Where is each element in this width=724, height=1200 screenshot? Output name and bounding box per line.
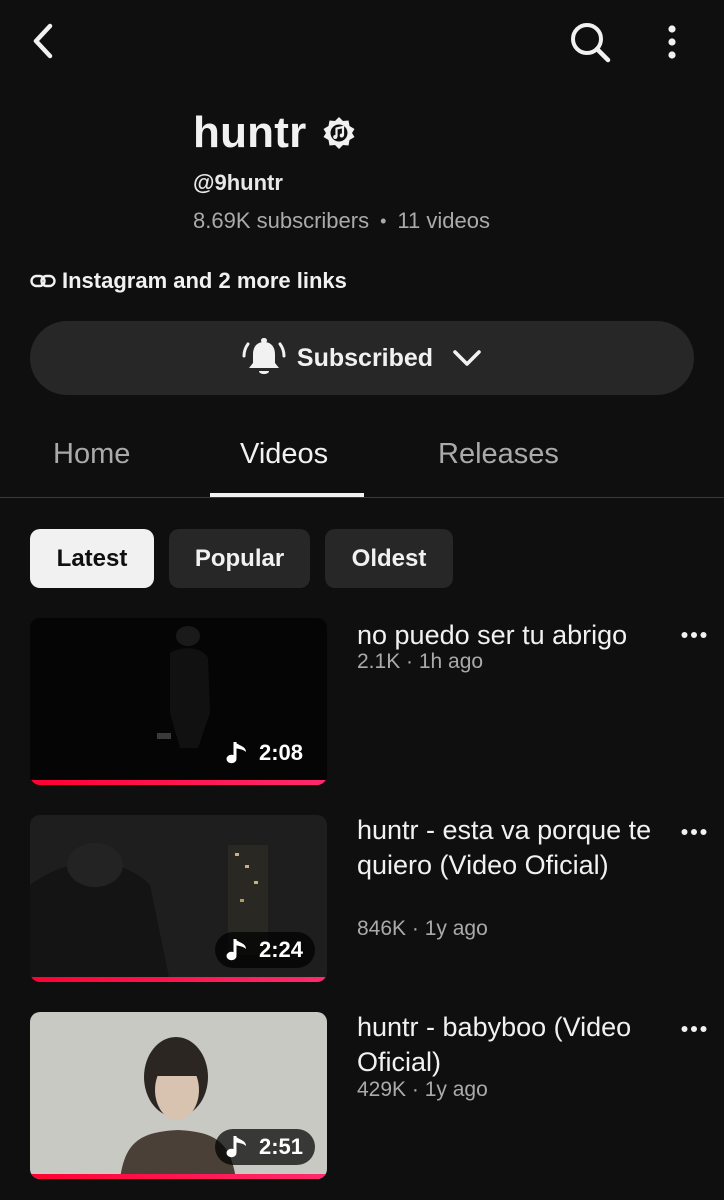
video-menu-button[interactable]: [679, 817, 709, 847]
video-duration-text: 2:08: [258, 740, 303, 765]
music-note-icon: [226, 1136, 246, 1158]
video-duration-text: 2:51: [258, 1134, 303, 1159]
music-note-icon: [226, 742, 246, 764]
channel-handle: @9huntr: [193, 170, 283, 195]
chevron-down-icon: [453, 350, 481, 366]
link-icon: [30, 274, 56, 288]
channel-name: huntr: [193, 108, 356, 158]
more-vert-icon: [668, 25, 676, 59]
video-thumbnail[interactable]: 2:51: [30, 1012, 327, 1179]
verified-badge-icon: [323, 117, 355, 149]
video-duration: 2:24: [214, 932, 315, 968]
video-title[interactable]: huntr - babyboo (Video Oficial): [357, 1010, 675, 1080]
video-thumbnail[interactable]: 2:24: [30, 815, 327, 982]
music-note-icon: [226, 939, 246, 961]
stats-separator: •: [380, 210, 387, 231]
video-menu-button[interactable]: [679, 620, 709, 650]
chevron-left-icon: [33, 23, 53, 59]
video-title[interactable]: no puedo ser tu abrigo: [357, 618, 675, 653]
filter-chip-latest[interactable]: Latest: [30, 529, 154, 588]
video-menu-button[interactable]: [679, 1014, 709, 1044]
tabs-divider: [0, 497, 724, 498]
video-duration: 2:51: [214, 1129, 315, 1165]
channel-name-text: huntr: [193, 108, 307, 157]
video-meta: 846K · 1y ago: [357, 917, 488, 940]
tab-home[interactable]: Home: [53, 438, 130, 471]
subscribed-label: Subscribed: [296, 343, 434, 372]
video-duration: 2:08: [215, 735, 315, 771]
back-button[interactable]: [20, 18, 66, 64]
video-meta: 2.1K · 1h ago: [357, 650, 484, 673]
filter-chip-popular[interactable]: Popular: [169, 529, 310, 588]
more-horiz-icon: [681, 829, 707, 835]
more-options-button[interactable]: [652, 18, 692, 66]
subscriber-count: 8.69K subscribers: [193, 208, 370, 233]
video-title[interactable]: huntr - esta va porque te quiero (Video …: [357, 813, 675, 883]
video-thumbnail[interactable]: 2:08: [30, 618, 327, 785]
subscribed-button[interactable]: Subscribed: [30, 321, 694, 395]
more-horiz-icon: [681, 632, 707, 638]
channel-stats: 8.69K subscribers • 11 videos: [193, 208, 490, 234]
video-meta: 429K · 1y ago: [357, 1078, 488, 1101]
channel-links[interactable]: Instagram and 2 more links: [30, 268, 347, 294]
watch-progress-bar: [30, 977, 327, 982]
watch-progress-bar: [30, 780, 327, 785]
tab-videos[interactable]: Videos: [240, 438, 328, 471]
bell-ringing-icon: [242, 338, 286, 374]
tab-releases[interactable]: Releases: [438, 438, 559, 471]
more-horiz-icon: [681, 1026, 707, 1032]
search-button[interactable]: [566, 18, 614, 66]
channel-links-text: Instagram and 2 more links: [62, 268, 347, 293]
search-icon: [571, 23, 611, 63]
watch-progress-bar: [30, 1174, 327, 1179]
video-count: 11 videos: [397, 208, 490, 233]
filter-chip-oldest[interactable]: Oldest: [325, 529, 453, 588]
video-duration-text: 2:24: [258, 937, 303, 962]
